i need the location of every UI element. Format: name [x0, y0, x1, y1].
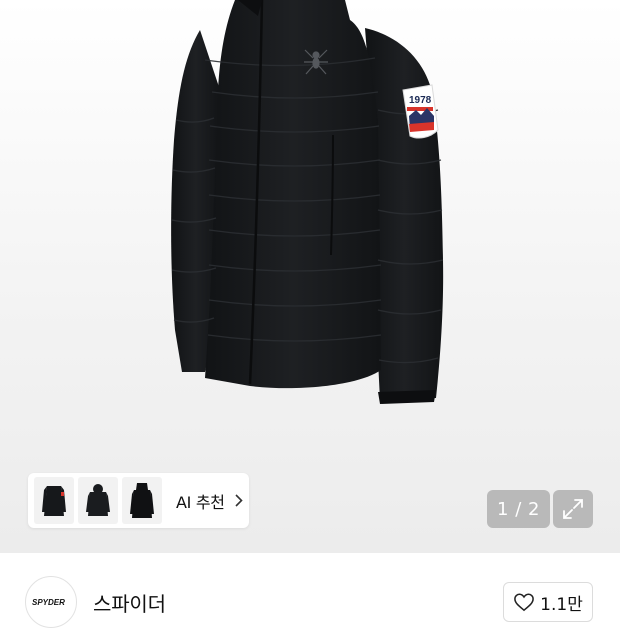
- like-count: 1.1만: [540, 594, 583, 615]
- ai-thumb-3[interactable]: [122, 477, 162, 524]
- ai-recommend-strip[interactable]: AI 추천: [28, 473, 249, 528]
- ai-thumb-1[interactable]: [34, 477, 74, 524]
- brand-logo[interactable]: SPYDER: [25, 576, 77, 628]
- chevron-right-icon[interactable]: [235, 494, 243, 507]
- image-counter: 1 / 2: [487, 490, 550, 528]
- product-image: 1978: [171, 0, 444, 404]
- expand-icon: [563, 499, 583, 519]
- ai-thumb-2[interactable]: [78, 477, 118, 524]
- expand-button[interactable]: [553, 490, 593, 528]
- product-image-area[interactable]: 1978 AI 추천 1 / 2: [0, 0, 620, 553]
- brand-name[interactable]: 스파이더: [93, 588, 166, 617]
- like-button[interactable]: 1.1만: [503, 582, 593, 622]
- ai-recommend-label[interactable]: AI 추천: [176, 489, 225, 513]
- heart-icon: [514, 593, 535, 612]
- svg-text:1978: 1978: [409, 95, 432, 106]
- svg-text:SPYDER: SPYDER: [32, 598, 65, 607]
